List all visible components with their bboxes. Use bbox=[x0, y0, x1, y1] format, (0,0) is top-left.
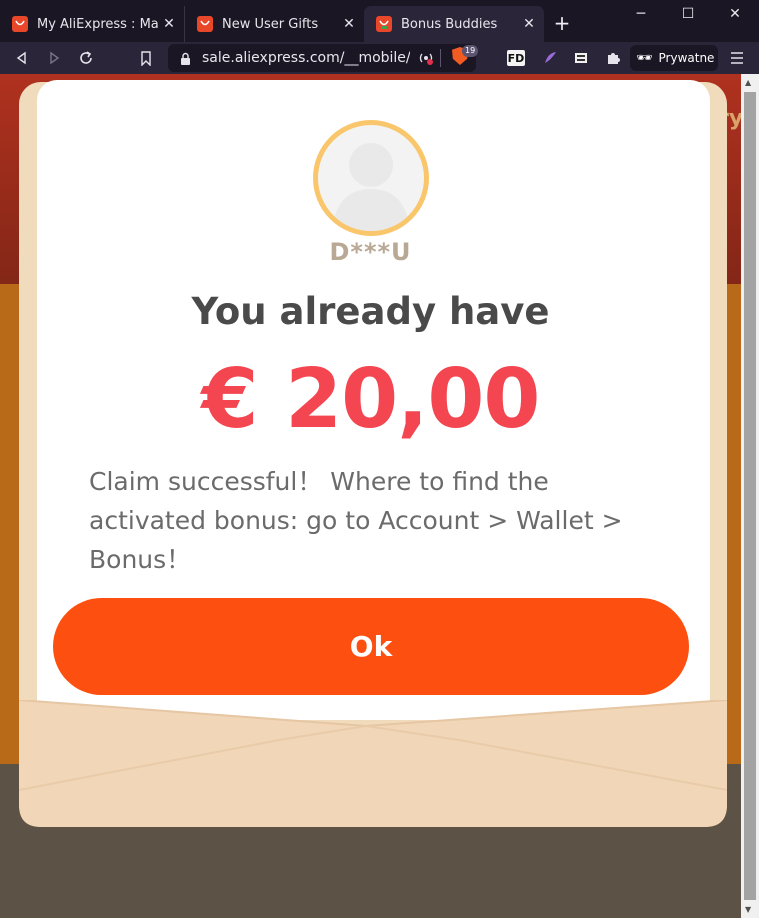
forward-icon[interactable] bbox=[44, 48, 64, 68]
avatar-placeholder-icon bbox=[332, 143, 410, 231]
claim-message: Claim successful！ Where to find the acti… bbox=[89, 467, 623, 574]
username-label: D***U bbox=[329, 238, 412, 266]
tab-close-icon[interactable]: ✕ bbox=[518, 16, 540, 32]
browser-toolbar: sale.aliexpress.com/__mobile/d... 19 FD … bbox=[0, 42, 759, 74]
address-bar[interactable]: sale.aliexpress.com/__mobile/d... bbox=[168, 44, 476, 72]
tab-title: New User Gifts bbox=[222, 16, 319, 32]
modal-headline: You already have bbox=[191, 290, 550, 333]
tab-title: Bonus Buddies bbox=[401, 16, 498, 32]
tab-close-icon[interactable]: ✕ bbox=[338, 16, 360, 32]
back-icon[interactable] bbox=[12, 48, 32, 68]
profile-label: Prywatne bbox=[658, 51, 715, 65]
extension-fd-icon[interactable]: FD bbox=[507, 50, 525, 66]
aliexpress-favicon-icon bbox=[12, 16, 28, 32]
bonus-amount: € 20,00 bbox=[201, 352, 541, 447]
close-window-icon[interactable]: ✕ bbox=[725, 6, 745, 22]
new-tab-button[interactable]: + bbox=[552, 12, 572, 34]
cast-blocked-icon[interactable] bbox=[418, 50, 434, 70]
private-profile-button[interactable]: 🕶 Prywatne bbox=[630, 45, 718, 71]
maximize-icon[interactable]: ☐ bbox=[678, 6, 698, 22]
tab-my-aliexpress[interactable]: My AliExpress : Manage ✕ bbox=[0, 6, 184, 42]
ok-button[interactable]: Ok bbox=[53, 598, 689, 695]
aliexpress-favicon-icon bbox=[197, 16, 213, 32]
tab-title: My AliExpress : Manage bbox=[37, 16, 158, 32]
tab-close-icon[interactable]: ✕ bbox=[158, 16, 180, 32]
url-text: sale.aliexpress.com/__mobile/d... bbox=[202, 50, 410, 66]
scrollbar-thumb[interactable] bbox=[744, 92, 756, 900]
tab-new-user-gifts[interactable]: New User Gifts ✕ bbox=[184, 6, 364, 42]
user-avatar bbox=[313, 120, 429, 236]
bonus-buddies-favicon-icon bbox=[376, 16, 392, 32]
shield-count-badge: 19 bbox=[462, 45, 479, 57]
scroll-up-icon[interactable]: ▲ bbox=[745, 78, 751, 87]
lock-icon bbox=[180, 51, 191, 70]
envelope-flap bbox=[18, 699, 728, 827]
reload-icon[interactable] bbox=[76, 48, 96, 68]
tab-bonus-buddies[interactable]: Bonus Buddies ✕ bbox=[364, 6, 544, 42]
menu-icon[interactable] bbox=[727, 48, 747, 68]
minimize-icon[interactable]: ─ bbox=[631, 6, 651, 22]
scroll-down-icon[interactable]: ▼ bbox=[745, 905, 751, 914]
private-glasses-icon: 🕶 bbox=[636, 50, 653, 66]
feather-extension-icon[interactable] bbox=[540, 48, 560, 68]
tab-strip: My AliExpress : Manage ✕ New User Gifts … bbox=[0, 0, 759, 42]
page-scrollbar[interactable]: ▲ ▼ bbox=[741, 74, 759, 918]
extension-stack-icon[interactable] bbox=[571, 48, 591, 68]
bookmark-icon[interactable] bbox=[136, 48, 156, 68]
url-divider bbox=[440, 49, 441, 67]
extensions-puzzle-icon[interactable] bbox=[603, 48, 623, 68]
